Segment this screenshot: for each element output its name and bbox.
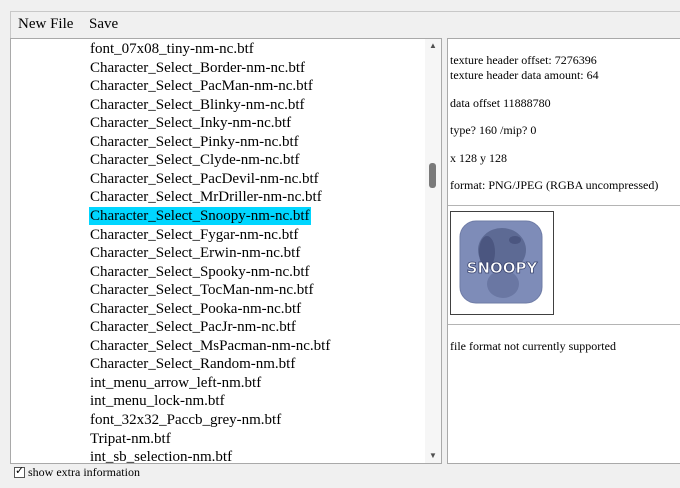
snoopy-logo: SNOOPY [467, 259, 539, 277]
list-scrollbar[interactable]: ▲ ▼ [425, 39, 441, 463]
list-item[interactable]: Character_Select_PacMan-nm-nc.btf [89, 77, 314, 95]
list-item[interactable]: font_07x08_tiny-nm-nc.btf [89, 40, 255, 58]
divider-top [448, 205, 680, 206]
list-item[interactable]: Character_Select_PacDevil-nm-nc.btf [89, 170, 320, 188]
scroll-up-arrow[interactable]: ▲ [425, 39, 441, 53]
file-listbox[interactable]: font_07x08_tiny-nm-nc.btf Character_Selec… [10, 38, 442, 464]
list-item[interactable]: int_menu_lock-nm.btf [89, 392, 226, 410]
texture-format: format: PNG/JPEG (RGBA uncompressed) [450, 178, 659, 192]
list-item[interactable]: Character_Select_Clyde-nm-nc.btf [89, 151, 301, 169]
show-extra-info-label: show extra information [28, 465, 140, 479]
list-item-selected[interactable]: Character_Select_Snoopy-nm-nc.btf [89, 206, 311, 225]
list-item[interactable]: Tripat-nm.btf [89, 430, 172, 448]
save-menu[interactable]: Save [89, 16, 118, 33]
status-message: file format not currently supported [450, 339, 616, 353]
list-item[interactable]: font_32x32_Paccb_grey-nm.btf [89, 411, 282, 429]
list-item[interactable]: Character_Select_Blinky-nm-nc.btf [89, 96, 306, 114]
data-offset: data offset 11888780 [450, 96, 551, 110]
list-item[interactable]: Character_Select_Fygar-nm-nc.btf [89, 226, 299, 244]
list-item[interactable]: Character_Select_Pinky-nm-nc.btf [89, 133, 300, 151]
list-item[interactable]: Character_Select_Border-nm-nc.btf [89, 59, 306, 77]
snoopy-preview-image: SNOOPY [459, 220, 543, 304]
extra-info-toggle[interactable]: ✓ show extra information [14, 465, 140, 480]
list-item[interactable]: Character_Select_Erwin-nm-nc.btf [89, 244, 301, 262]
list-item[interactable]: Character_Select_PacJr-nm-nc.btf [89, 318, 297, 336]
list-item[interactable]: Character_Select_Pooka-nm-nc.btf [89, 300, 302, 318]
list-item[interactable]: Character_Select_Random-nm.btf [89, 355, 296, 373]
scroll-thumb[interactable] [429, 163, 436, 188]
list-item[interactable]: Character_Select_MsPacman-nm-nc.btf [89, 337, 331, 355]
scroll-down-arrow[interactable]: ▼ [425, 449, 441, 463]
list-item[interactable]: Character_Select_Inky-nm-nc.btf [89, 114, 292, 132]
new-file-menu[interactable]: New File [18, 16, 73, 33]
type-mip: type? 160 /mip? 0 [450, 123, 537, 137]
menu-bar: New File Save [0, 0, 680, 38]
list-item[interactable]: int_menu_arrow_left-nm.btf [89, 374, 262, 392]
list-item[interactable]: int_sb_selection-nm.btf [89, 448, 233, 463]
texture-header-offset: texture header offset: 7276396 [450, 53, 597, 67]
info-panel: texture header offset: 7276396 texture h… [447, 38, 680, 464]
list-item[interactable]: Character_Select_Spooky-nm-nc.btf [89, 263, 311, 281]
divider-bottom [448, 324, 680, 325]
show-extra-info-checkbox[interactable]: ✓ [14, 465, 25, 478]
texture-header-data-amount: texture header data amount: 64 [450, 68, 599, 82]
list-item[interactable]: Character_Select_TocMan-nm-nc.btf [89, 281, 314, 299]
texture-preview: SNOOPY [450, 211, 554, 315]
dimensions: x 128 y 128 [450, 151, 507, 165]
list-item[interactable]: Character_Select_MrDriller-nm-nc.btf [89, 188, 323, 206]
